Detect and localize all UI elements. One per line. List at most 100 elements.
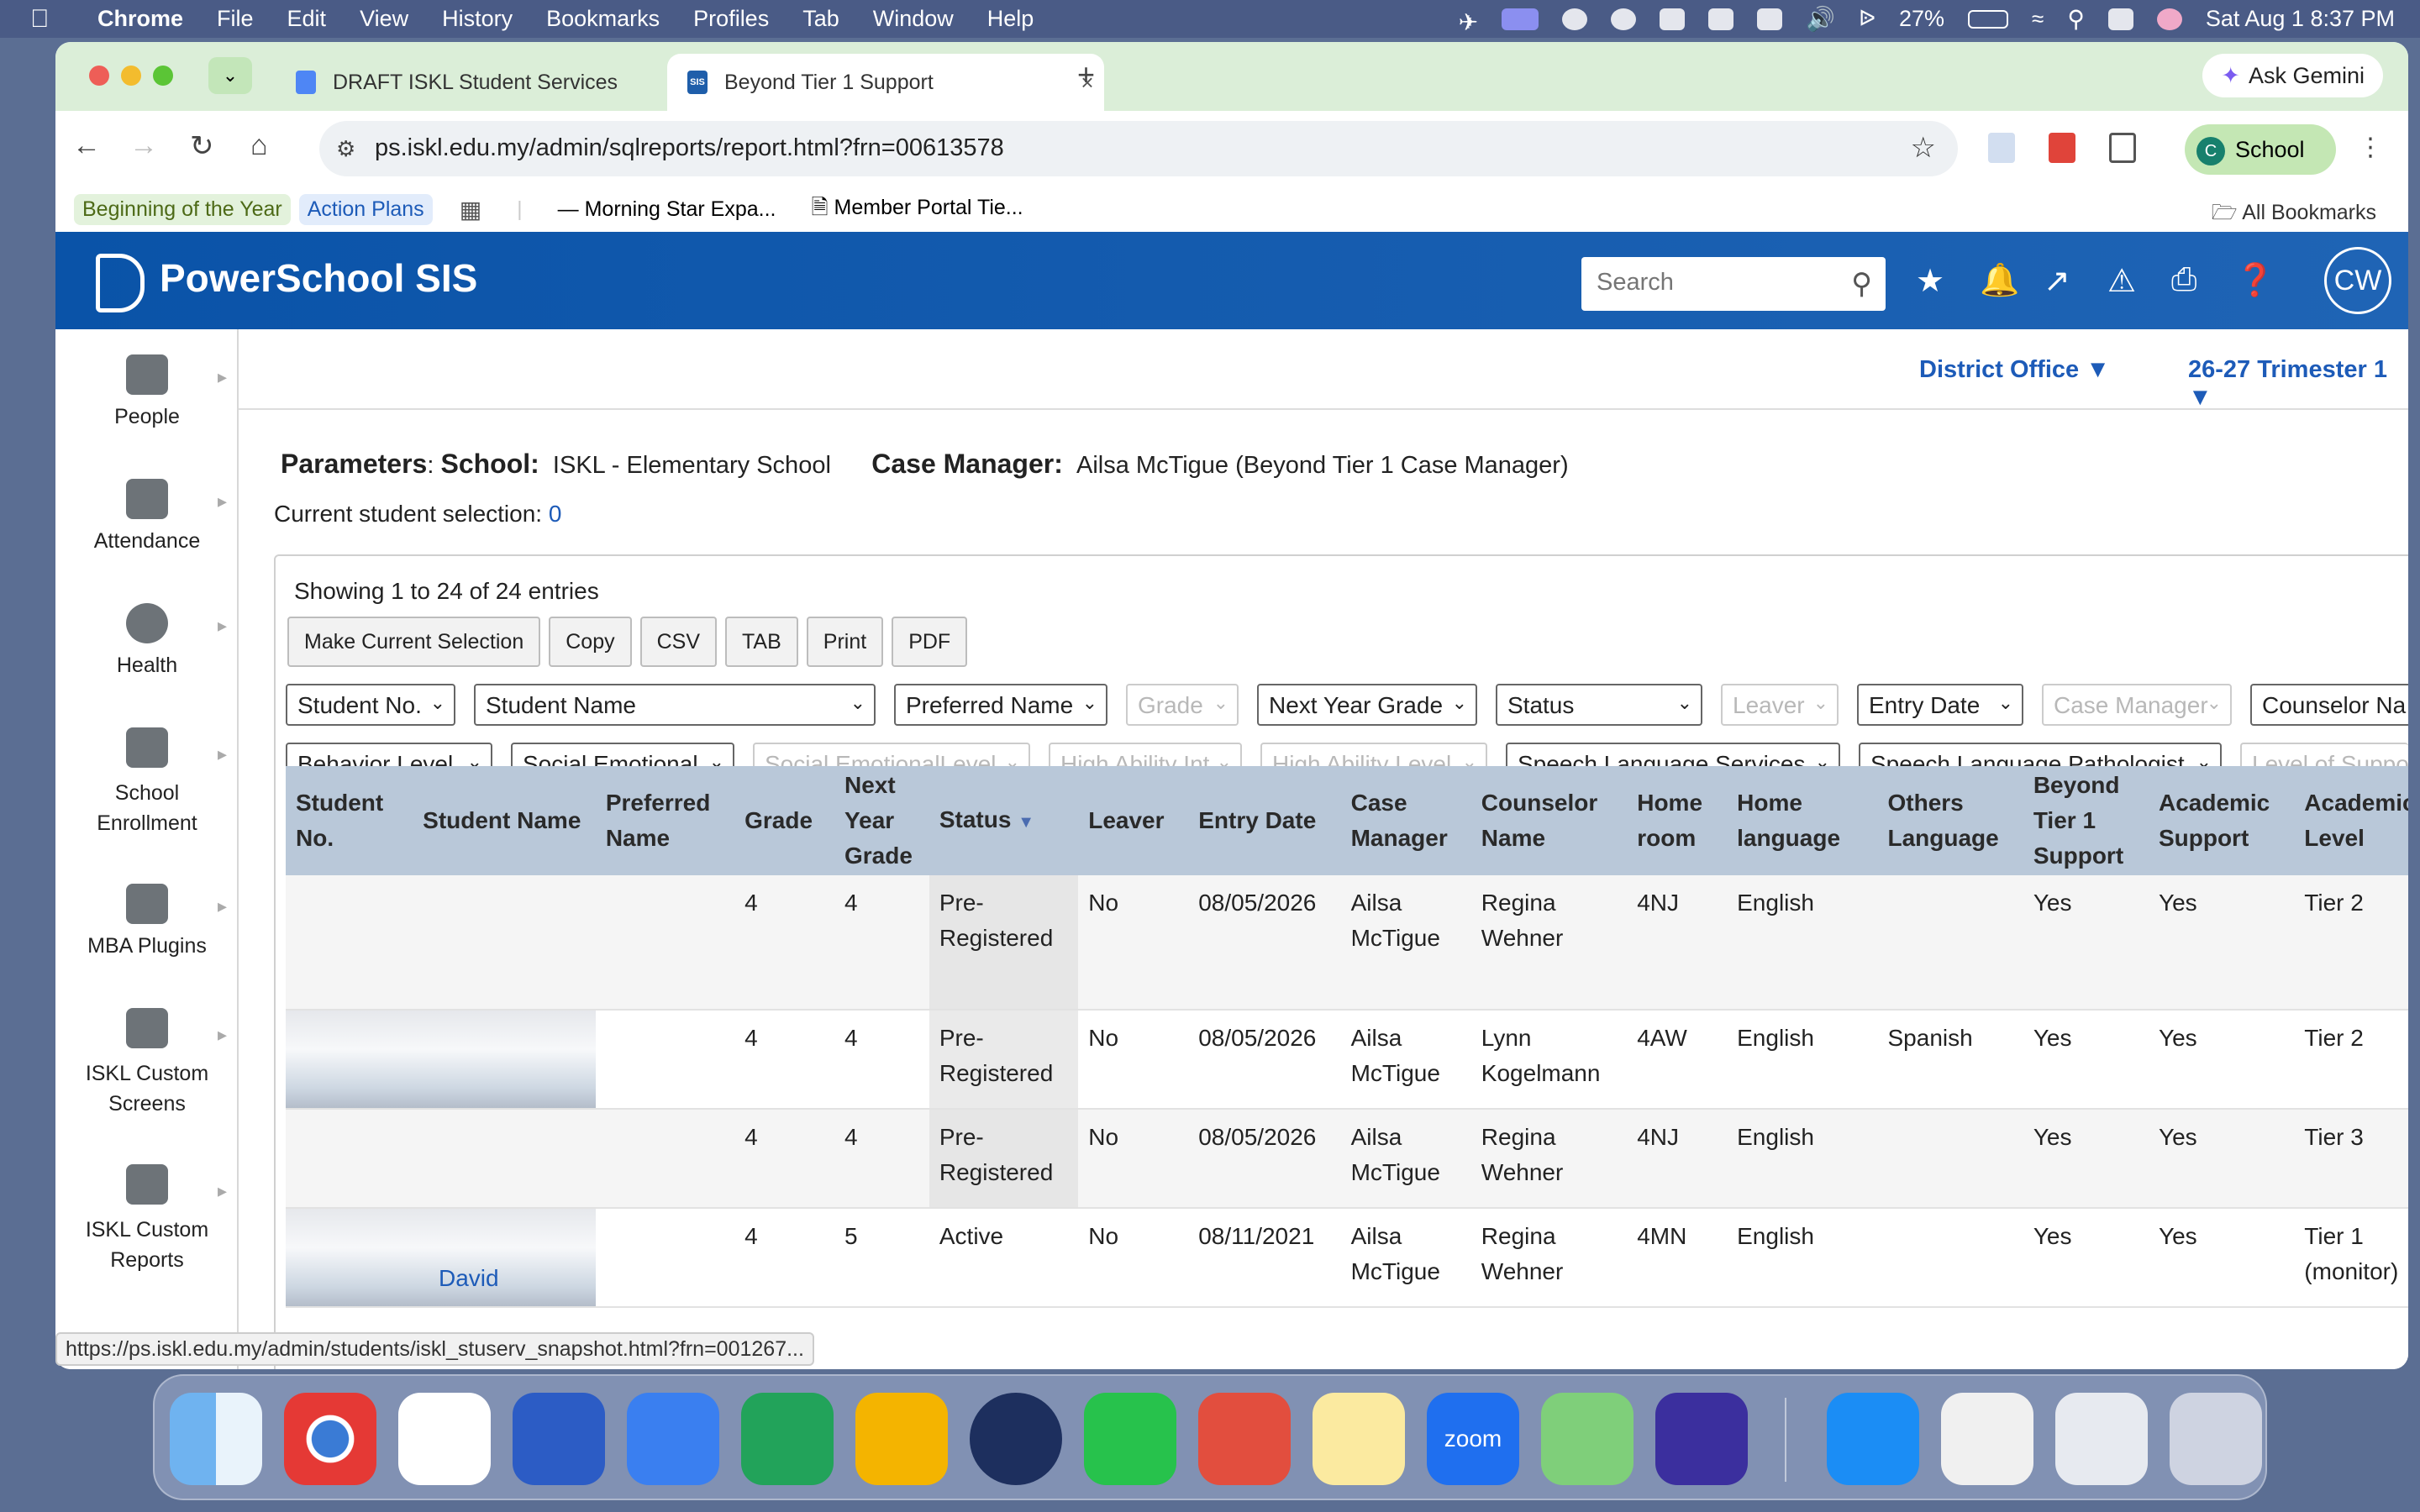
bookmark-action-plans[interactable]: Action Plans: [298, 193, 433, 225]
tab-beyond-tier1[interactable]: SIS Beyond Tier 1 Support ×: [667, 54, 1104, 111]
sidebar-item-attendance[interactable]: Attendance ▸: [55, 479, 239, 554]
volume-icon[interactable]: 🔊: [1806, 5, 1835, 33]
screenshot-thumbnail-icon[interactable]: [2055, 1393, 2148, 1485]
whatsapp-icon[interactable]: [1084, 1393, 1176, 1485]
extensions-puzzle-icon[interactable]: [2109, 133, 2136, 163]
new-tab-icon[interactable]: +: [1077, 57, 1095, 92]
url-text[interactable]: ps.iskl.edu.my/admin/sqlreports/report.h…: [375, 134, 1004, 162]
siri-icon[interactable]: [2156, 8, 2182, 30]
tab-search-chevron-icon[interactable]: ⌄: [208, 57, 252, 94]
col-entry-date[interactable]: Entry Date: [1188, 766, 1341, 875]
screen-share-icon[interactable]: [1502, 8, 1539, 30]
forward-arrow-icon[interactable]: →: [129, 129, 158, 162]
notes-icon[interactable]: [1313, 1393, 1405, 1485]
trash-icon[interactable]: [2170, 1393, 2262, 1485]
extension-upload-icon[interactable]: [1988, 133, 2015, 163]
menu-file[interactable]: File: [217, 6, 254, 32]
control-center-icon[interactable]: [2107, 8, 2133, 30]
profile-button[interactable]: C School: [2185, 124, 2336, 175]
sidebar-item-school-enrollment[interactable]: School Enrollment ▸: [55, 727, 239, 838]
filter-status[interactable]: Status ⌄: [1496, 684, 1702, 726]
sidebar-item-health[interactable]: Health ▸: [55, 603, 239, 678]
close-window-button[interactable]: [89, 66, 109, 86]
google-docs-icon[interactable]: [627, 1393, 719, 1485]
menu-bookmarks[interactable]: Bookmarks: [546, 6, 660, 32]
alert-warning-icon[interactable]: ⚠: [2107, 262, 2136, 300]
col-status[interactable]: Status ▼: [929, 766, 1079, 875]
bookmark-morning-star[interactable]: — Morning Star Expa...: [550, 194, 785, 225]
menubar-app-name[interactable]: Chrome: [97, 6, 183, 32]
col-leaver[interactable]: Leaver: [1078, 766, 1189, 875]
apps-grid-icon[interactable]: ▦: [451, 192, 490, 227]
grammarly-dock-icon[interactable]: [1655, 1393, 1748, 1485]
col-grade[interactable]: Grade: [734, 766, 834, 875]
apple-icon[interactable]: : [30, 5, 64, 34]
col-beyond-tier1-support[interactable]: Beyond Tier 1 Support: [2023, 766, 2149, 875]
menu-profiles[interactable]: Profiles: [693, 6, 769, 32]
col-academic-level[interactable]: Academic Level: [2294, 766, 2408, 875]
table-row[interactable]: 4 4 Pre-Registered No 08/05/2026 Ailsa M…: [286, 1109, 2408, 1209]
table-row[interactable]: David 4 5 Active No 08/11/2021 Ailsa McT…: [286, 1208, 2408, 1308]
back-arrow-icon[interactable]: ←: [72, 129, 101, 162]
current-selection-count[interactable]: 0: [549, 501, 562, 527]
make-current-selection-button[interactable]: Make Current Selection: [287, 617, 541, 667]
minimize-window-button[interactable]: [121, 66, 141, 86]
address-bar[interactable]: ⚙ ps.iskl.edu.my/admin/sqlreports/report…: [319, 121, 1958, 176]
filter-preferred-name[interactable]: Preferred Name ⌄: [894, 684, 1107, 726]
powerschool-logo-icon[interactable]: [96, 254, 145, 312]
table-row[interactable]: 4 4 Pre-Registered No 08/05/2026 Ailsa M…: [286, 1010, 2408, 1110]
google-slides-icon[interactable]: [855, 1393, 948, 1485]
printer-icon[interactable]: ⎙: [2171, 262, 2196, 298]
col-case-manager[interactable]: Case Manager: [1340, 766, 1471, 875]
filter-entry-date[interactable]: Entry Date ⌄: [1857, 684, 2023, 726]
col-home-language[interactable]: Home language: [1727, 766, 1878, 875]
search-icon[interactable]: ⚲: [1851, 267, 1872, 301]
favorites-star-icon[interactable]: ★: [1916, 262, 1944, 300]
photos-icon[interactable]: [398, 1393, 491, 1485]
student-name-cell[interactable]: David: [439, 1265, 499, 1291]
filter-student-name[interactable]: Student Name ⌄: [474, 684, 876, 726]
table-row[interactable]: 4 4 Pre-Registered No 08/05/2026 Ailsa M…: [286, 875, 2408, 1011]
tab-draft-iskl[interactable]: DRAFT ISKL Student Services ×: [276, 54, 696, 111]
sidebar-item-iskl-custom-reports[interactable]: ISKL Custom Reports ▸: [55, 1164, 239, 1275]
district-dropdown[interactable]: District Office ▼: [1919, 356, 2110, 384]
home-icon[interactable]: ⌂: [250, 129, 268, 162]
col-preferred-name[interactable]: Preferred Name: [595, 766, 735, 875]
airplane-icon[interactable]: ✈: [1459, 8, 1478, 35]
pdf-document-icon[interactable]: [1941, 1393, 2033, 1485]
copy-button[interactable]: Copy: [549, 617, 632, 667]
help-icon[interactable]: ❓: [2235, 262, 2275, 299]
sidebar-item-people[interactable]: People ▸: [55, 354, 239, 429]
bluetooth-icon[interactable]: ᐉ: [1859, 6, 1876, 32]
bookmark-beginning-of-year[interactable]: Beginning of the Year: [74, 193, 291, 225]
reload-icon[interactable]: ↻: [190, 129, 214, 163]
google-sheets-icon[interactable]: [741, 1393, 834, 1485]
app-store-icon[interactable]: [1827, 1393, 1919, 1485]
sidebar-item-iskl-custom-screens[interactable]: ISKL Custom Screens ▸: [55, 1008, 239, 1119]
menu-history[interactable]: History: [442, 6, 513, 32]
menu-view[interactable]: View: [360, 6, 408, 32]
keynote-icon[interactable]: [513, 1393, 605, 1485]
battery-icon[interactable]: [1968, 9, 2009, 29]
term-dropdown[interactable]: 26-27 Trimester 1 ▼: [2188, 356, 2408, 412]
bookmark-star-icon[interactable]: ☆: [1911, 131, 1936, 165]
col-homeroom[interactable]: Home room: [1627, 766, 1728, 875]
bookmark-member-portal[interactable]: 🗎 Member Portal Tie...: [803, 188, 1032, 231]
zoom-window-button[interactable]: [153, 66, 173, 86]
col-student-no[interactable]: Student No.: [286, 766, 413, 875]
menu-tab[interactable]: Tab: [802, 6, 839, 32]
wifi-icon[interactable]: ≈: [2032, 6, 2044, 32]
zoom-status-icon[interactable]: [1611, 8, 1637, 30]
finder-icon[interactable]: [170, 1393, 262, 1485]
col-counselor-name[interactable]: Counselor Name: [1470, 766, 1628, 875]
external-link-icon[interactable]: ↗: [2044, 262, 2070, 300]
keyboard-icon[interactable]: [1757, 8, 1783, 30]
spotlight-search-icon[interactable]: ⚲: [2067, 5, 2085, 33]
menu-edit[interactable]: Edit: [287, 6, 327, 32]
todoist-icon[interactable]: [1198, 1393, 1291, 1485]
ps-search-input[interactable]: [1597, 257, 1832, 307]
col-academic-support[interactable]: Academic Support: [2148, 766, 2295, 875]
maps-icon[interactable]: [1541, 1393, 1634, 1485]
filter-counselor-name[interactable]: Counselor Na: [2250, 684, 2408, 726]
notifications-bell-icon[interactable]: 🔔: [1980, 262, 2019, 299]
